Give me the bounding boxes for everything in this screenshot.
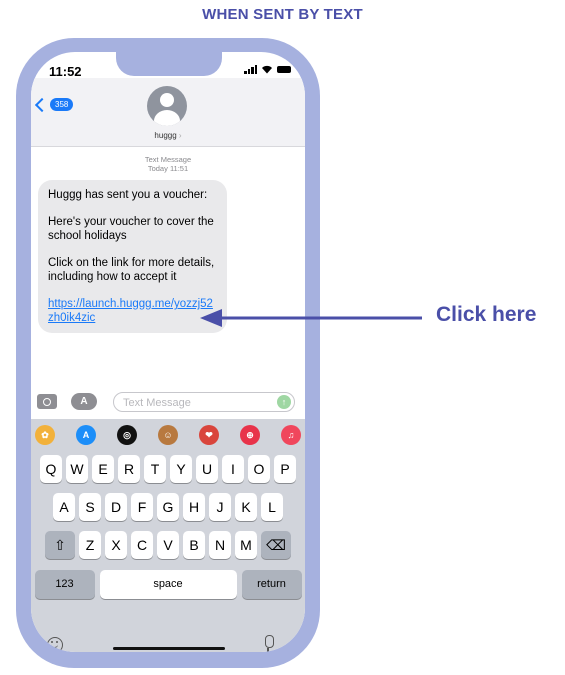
callout-arrow	[200, 309, 422, 327]
click-here-label: Click here	[436, 303, 537, 326]
